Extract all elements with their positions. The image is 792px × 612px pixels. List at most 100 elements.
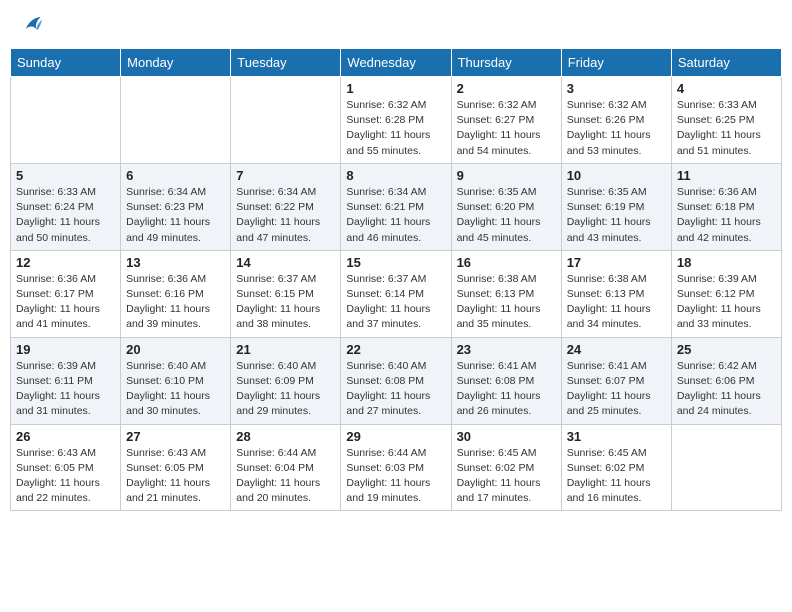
calendar-cell: 19 Sunrise: 6:39 AMSunset: 6:11 PMDayligh… <box>11 337 121 424</box>
calendar-cell: 21 Sunrise: 6:40 AMSunset: 6:09 PMDayligh… <box>231 337 341 424</box>
calendar-header-row: SundayMondayTuesdayWednesdayThursdayFrid… <box>11 49 782 77</box>
day-number: 5 <box>16 168 115 183</box>
calendar-cell: 26 Sunrise: 6:43 AMSunset: 6:05 PMDayligh… <box>11 424 121 511</box>
day-info: Sunrise: 6:34 AMSunset: 6:22 PMDaylight:… <box>236 185 335 246</box>
calendar-header-thursday: Thursday <box>451 49 561 77</box>
day-info: Sunrise: 6:36 AMSunset: 6:17 PMDaylight:… <box>16 272 115 333</box>
calendar-cell: 25 Sunrise: 6:42 AMSunset: 6:06 PMDayligh… <box>671 337 781 424</box>
day-number: 4 <box>677 81 776 96</box>
calendar-cell: 14 Sunrise: 6:37 AMSunset: 6:15 PMDayligh… <box>231 250 341 337</box>
calendar-cell: 22Sunrise: 6:40 AMSunset: 6:08 PMDayligh… <box>341 337 451 424</box>
day-info: Sunrise: 6:32 AMSunset: 6:28 PMDaylight:… <box>346 98 445 159</box>
day-info: Sunrise: 6:38 AMSunset: 6:13 PMDaylight:… <box>567 272 666 333</box>
calendar-header-friday: Friday <box>561 49 671 77</box>
day-info: Sunrise: 6:34 AMSunset: 6:21 PMDaylight:… <box>346 185 445 246</box>
calendar-cell: 29Sunrise: 6:44 AMSunset: 6:03 PMDayligh… <box>341 424 451 511</box>
calendar-cell: 6 Sunrise: 6:34 AMSunset: 6:23 PMDaylight… <box>121 163 231 250</box>
calendar-cell: 15Sunrise: 6:37 AMSunset: 6:14 PMDayligh… <box>341 250 451 337</box>
calendar-cell: 27 Sunrise: 6:43 AMSunset: 6:05 PMDayligh… <box>121 424 231 511</box>
day-info: Sunrise: 6:44 AMSunset: 6:04 PMDaylight:… <box>236 446 335 507</box>
calendar-cell: 3 Sunrise: 6:32 AMSunset: 6:26 PMDaylight… <box>561 77 671 164</box>
day-info: Sunrise: 6:40 AMSunset: 6:09 PMDaylight:… <box>236 359 335 420</box>
day-number: 10 <box>567 168 666 183</box>
calendar-header-monday: Monday <box>121 49 231 77</box>
calendar-cell: 30 Sunrise: 6:45 AMSunset: 6:02 PMDayligh… <box>451 424 561 511</box>
logo <box>18 18 42 36</box>
calendar-cell: 18 Sunrise: 6:39 AMSunset: 6:12 PMDayligh… <box>671 250 781 337</box>
day-number: 28 <box>236 429 335 444</box>
day-info: Sunrise: 6:43 AMSunset: 6:05 PMDaylight:… <box>126 446 225 507</box>
calendar-week-row: 5 Sunrise: 6:33 AMSunset: 6:24 PMDaylight… <box>11 163 782 250</box>
day-info: Sunrise: 6:45 AMSunset: 6:02 PMDaylight:… <box>567 446 666 507</box>
calendar-cell: 1 Sunrise: 6:32 AMSunset: 6:28 PMDaylight… <box>341 77 451 164</box>
day-number: 1 <box>346 81 445 96</box>
calendar-header-saturday: Saturday <box>671 49 781 77</box>
day-info: Sunrise: 6:44 AMSunset: 6:03 PMDaylight:… <box>346 446 445 507</box>
calendar-cell <box>671 424 781 511</box>
day-info: Sunrise: 6:36 AMSunset: 6:18 PMDaylight:… <box>677 185 776 246</box>
day-info: Sunrise: 6:42 AMSunset: 6:06 PMDaylight:… <box>677 359 776 420</box>
day-number: 25 <box>677 342 776 357</box>
day-info: Sunrise: 6:40 AMSunset: 6:10 PMDaylight:… <box>126 359 225 420</box>
day-number: 24 <box>567 342 666 357</box>
calendar-cell: 4Sunrise: 6:33 AMSunset: 6:25 PMDaylight… <box>671 77 781 164</box>
day-info: Sunrise: 6:45 AMSunset: 6:02 PMDaylight:… <box>457 446 556 507</box>
calendar-cell <box>231 77 341 164</box>
day-info: Sunrise: 6:37 AMSunset: 6:15 PMDaylight:… <box>236 272 335 333</box>
day-number: 9 <box>457 168 556 183</box>
day-info: Sunrise: 6:39 AMSunset: 6:12 PMDaylight:… <box>677 272 776 333</box>
calendar-cell: 9 Sunrise: 6:35 AMSunset: 6:20 PMDaylight… <box>451 163 561 250</box>
day-number: 3 <box>567 81 666 96</box>
calendar-header-tuesday: Tuesday <box>231 49 341 77</box>
calendar-cell: 2 Sunrise: 6:32 AMSunset: 6:27 PMDaylight… <box>451 77 561 164</box>
day-number: 22 <box>346 342 445 357</box>
calendar-cell: 11 Sunrise: 6:36 AMSunset: 6:18 PMDayligh… <box>671 163 781 250</box>
calendar-cell: 8 Sunrise: 6:34 AMSunset: 6:21 PMDaylight… <box>341 163 451 250</box>
day-number: 27 <box>126 429 225 444</box>
day-number: 14 <box>236 255 335 270</box>
calendar-cell: 28 Sunrise: 6:44 AMSunset: 6:04 PMDayligh… <box>231 424 341 511</box>
day-number: 17 <box>567 255 666 270</box>
calendar-cell <box>121 77 231 164</box>
calendar-cell: 7 Sunrise: 6:34 AMSunset: 6:22 PMDaylight… <box>231 163 341 250</box>
day-number: 8 <box>346 168 445 183</box>
day-info: Sunrise: 6:33 AMSunset: 6:24 PMDaylight:… <box>16 185 115 246</box>
logo-bird-icon <box>20 14 42 36</box>
calendar-cell <box>11 77 121 164</box>
day-number: 30 <box>457 429 556 444</box>
calendar-cell: 12 Sunrise: 6:36 AMSunset: 6:17 PMDayligh… <box>11 250 121 337</box>
day-info: Sunrise: 6:35 AMSunset: 6:19 PMDaylight:… <box>567 185 666 246</box>
day-number: 12 <box>16 255 115 270</box>
day-info: Sunrise: 6:41 AMSunset: 6:08 PMDaylight:… <box>457 359 556 420</box>
day-number: 7 <box>236 168 335 183</box>
calendar-header-wednesday: Wednesday <box>341 49 451 77</box>
calendar-cell: 23 Sunrise: 6:41 AMSunset: 6:08 PMDayligh… <box>451 337 561 424</box>
day-info: Sunrise: 6:35 AMSunset: 6:20 PMDaylight:… <box>457 185 556 246</box>
calendar-cell: 17 Sunrise: 6:38 AMSunset: 6:13 PMDayligh… <box>561 250 671 337</box>
day-number: 19 <box>16 342 115 357</box>
day-info: Sunrise: 6:43 AMSunset: 6:05 PMDaylight:… <box>16 446 115 507</box>
day-info: Sunrise: 6:34 AMSunset: 6:23 PMDaylight:… <box>126 185 225 246</box>
day-info: Sunrise: 6:36 AMSunset: 6:16 PMDaylight:… <box>126 272 225 333</box>
calendar-week-row: 1 Sunrise: 6:32 AMSunset: 6:28 PMDaylight… <box>11 77 782 164</box>
day-number: 13 <box>126 255 225 270</box>
day-info: Sunrise: 6:39 AMSunset: 6:11 PMDaylight:… <box>16 359 115 420</box>
day-number: 26 <box>16 429 115 444</box>
day-info: Sunrise: 6:32 AMSunset: 6:26 PMDaylight:… <box>567 98 666 159</box>
day-number: 23 <box>457 342 556 357</box>
calendar-cell: 13 Sunrise: 6:36 AMSunset: 6:16 PMDayligh… <box>121 250 231 337</box>
calendar-cell: 16Sunrise: 6:38 AMSunset: 6:13 PMDayligh… <box>451 250 561 337</box>
day-number: 20 <box>126 342 225 357</box>
calendar-cell: 24 Sunrise: 6:41 AMSunset: 6:07 PMDayligh… <box>561 337 671 424</box>
day-number: 31 <box>567 429 666 444</box>
calendar-table: SundayMondayTuesdayWednesdayThursdayFrid… <box>10 48 782 511</box>
day-number: 11 <box>677 168 776 183</box>
day-number: 2 <box>457 81 556 96</box>
day-number: 18 <box>677 255 776 270</box>
day-info: Sunrise: 6:32 AMSunset: 6:27 PMDaylight:… <box>457 98 556 159</box>
day-info: Sunrise: 6:41 AMSunset: 6:07 PMDaylight:… <box>567 359 666 420</box>
day-number: 6 <box>126 168 225 183</box>
calendar-cell: 5 Sunrise: 6:33 AMSunset: 6:24 PMDaylight… <box>11 163 121 250</box>
day-number: 21 <box>236 342 335 357</box>
calendar-week-row: 19 Sunrise: 6:39 AMSunset: 6:11 PMDayligh… <box>11 337 782 424</box>
